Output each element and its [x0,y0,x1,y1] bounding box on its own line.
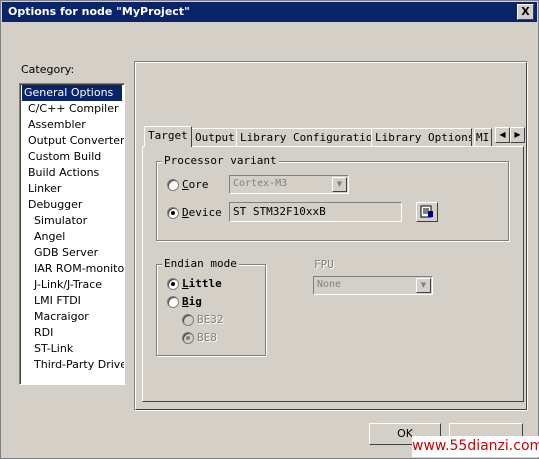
category-item-c-cpp-compiler[interactable]: C/C++ Compiler [26,101,121,117]
core-label-rest: ore [188,178,209,191]
core-select[interactable]: Cortex-M3 ▼ [229,175,349,194]
be8-label: BE8 [197,331,217,344]
fpu-select-value: None [317,279,342,290]
category-label: Category: [21,63,75,76]
category-item-iar-rom-monitor[interactable]: IAR ROM-monitor [32,261,124,277]
big-label: Big [182,295,202,308]
tab-output[interactable]: Output [191,128,237,146]
fpu-select[interactable]: None ▼ [313,276,433,295]
category-list[interactable]: General Options C/C++ Compiler Assembler… [19,83,125,385]
core-label: Core [182,178,209,191]
core-select-value: Cortex-M3 [233,178,288,189]
window-title: Options for node "MyProject" [8,5,190,18]
device-field[interactable]: ST STM32F10xxB [229,202,402,222]
category-item-output-converter[interactable]: Output Converter [26,133,124,149]
category-item-macraigor[interactable]: Macraigor [32,309,91,325]
close-button[interactable]: X [517,4,534,20]
little-label: Little [182,277,222,290]
device-list-icon [420,205,433,218]
category-item-lmi-ftdi[interactable]: LMI FTDI [32,293,83,309]
category-item-simulator[interactable]: Simulator [32,213,89,229]
chevron-down-icon: ▼ [416,278,431,293]
tab-library-options[interactable]: Library Options [371,128,472,146]
category-item-build-actions[interactable]: Build Actions [26,165,101,181]
category-item-general-options[interactable]: General Options [22,85,122,101]
device-label: Device [182,206,222,219]
fpu-label: FPU [314,258,334,271]
be32-radio[interactable] [182,314,194,326]
watermark: www.55dianzi.com [412,436,539,457]
big-radio[interactable] [167,296,179,308]
core-radio[interactable] [167,179,179,191]
category-item-linker[interactable]: Linker [26,181,63,197]
device-browse-button[interactable] [416,202,438,222]
category-item-st-link[interactable]: ST-Link [32,341,75,357]
be32-label: BE32 [197,313,224,326]
chevron-down-icon: ▼ [332,177,347,192]
processor-variant-title: Processor variant [162,154,279,167]
tab-target[interactable]: Target [144,126,192,147]
tab-scroll-right-button[interactable]: ▶ [510,127,525,143]
options-dialog: Options for node "MyProject" X Category:… [0,0,539,459]
device-value: ST STM32F10xxB [233,205,326,218]
tab-library-configuration[interactable]: Library Configuration [236,128,372,146]
endian-mode-title: Endian mode [162,257,239,270]
device-radio[interactable] [167,207,179,219]
be8-radio[interactable] [182,332,194,344]
tab-more[interactable]: MI [474,128,492,146]
category-item-third-party-driver[interactable]: Third-Party Driver [32,357,124,373]
category-item-angel[interactable]: Angel [32,229,67,245]
category-item-gdb-server[interactable]: GDB Server [32,245,100,261]
category-item-custom-build[interactable]: Custom Build [26,149,103,165]
category-item-rdi[interactable]: RDI [32,325,55,341]
category-item-jlink-jtrace[interactable]: J-Link/J-Trace [32,277,104,293]
little-radio[interactable] [167,278,179,290]
tab-scroll-left-button[interactable]: ◀ [495,127,510,143]
category-item-assembler[interactable]: Assembler [26,117,88,133]
processor-variant-group [156,161,509,241]
title-bar[interactable]: Options for node "MyProject" X [2,2,537,22]
category-item-debugger[interactable]: Debugger [26,197,84,213]
